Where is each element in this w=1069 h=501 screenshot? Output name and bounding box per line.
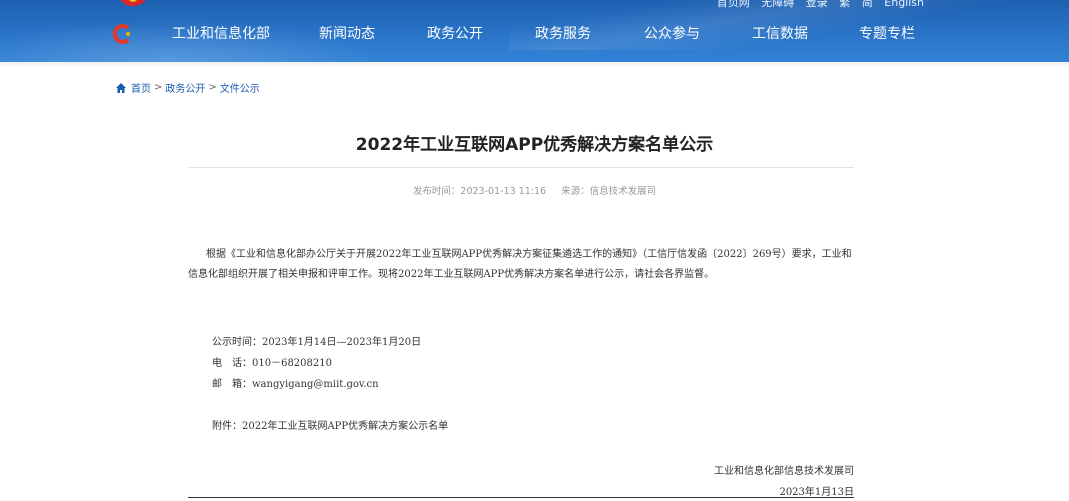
attachment-link[interactable]: 附件：2022年工业互联网APP优秀解决方案公示名单 [212, 417, 448, 432]
contact-phone: 电 话：010－68208210 [212, 358, 332, 369]
breadcrumb-gov-affairs-link[interactable]: 政务公开 [165, 80, 205, 95]
article-meta: 发布时间：2023-01-13 11:16 来源：信息技术发展司 [0, 183, 1069, 197]
header-shadow [0, 62, 1069, 68]
breadcrumb-home-link[interactable]: 首页 [131, 80, 151, 95]
main-nav: 工业和信息化部 新闻动态 政务公开 政务服务 公众参与 工信数据 专题专栏 [172, 24, 915, 44]
site-header: 首页网 无障碍 登录 繁 简 English 工业和信息化部 新闻动态 政务公开… [0, 0, 1069, 62]
nav-item-news[interactable]: 新闻动态 [319, 24, 427, 44]
signature-org: 工业和信息化部信息技术发展司 [714, 466, 854, 477]
top-link[interactable]: 繁 [839, 0, 850, 9]
breadcrumb-file-notice-link[interactable]: 文件公示 [220, 80, 260, 95]
nav-item-gov-services[interactable]: 政务服务 [535, 24, 644, 44]
article-source: 来源：信息技术发展司 [561, 186, 657, 197]
nav-item-data[interactable]: 工信数据 [752, 24, 859, 44]
publish-time: 发布时间：2023-01-13 11:16 [412, 186, 547, 197]
top-links: 首页网 无障碍 登录 繁 简 English [709, 0, 924, 10]
breadcrumb-separator: > [208, 82, 217, 93]
article-title: 2022年工业互联网APP优秀解决方案名单公示 [355, 135, 714, 155]
breadcrumb: 首页 > 政务公开 > 文件公示 [115, 80, 260, 95]
miit-logo-icon [112, 24, 130, 44]
top-link[interactable]: 简 [862, 0, 873, 9]
top-link[interactable]: English [884, 0, 924, 9]
breadcrumb-separator: > [154, 82, 163, 93]
home-icon [116, 82, 126, 93]
article-paragraph: 根据《工业和信息化部办公厅关于开展2022年工业互联网APP优秀解决方案征集遴选… [188, 249, 852, 280]
contact-email: 邮 箱：wangyigang@miit.gov.cn [212, 379, 379, 390]
title-divider [188, 167, 854, 168]
nav-item-public-participation[interactable]: 公众参与 [644, 24, 752, 44]
notice-period: 公示时间：2023年1月14日—2023年1月20日 [212, 337, 422, 348]
bottom-divider [188, 497, 854, 498]
top-link[interactable]: 首页网 [717, 0, 750, 9]
top-link[interactable]: 无障碍 [761, 0, 794, 9]
nav-item-miit[interactable]: 工业和信息化部 [172, 24, 319, 44]
nav-item-special-topics[interactable]: 专题专栏 [859, 24, 915, 44]
top-link[interactable]: 登录 [806, 0, 828, 9]
signature-date: 2023年1月13日 [779, 487, 854, 498]
national-emblem-icon [118, 0, 148, 6]
nav-item-gov-affairs[interactable]: 政务公开 [427, 24, 535, 44]
